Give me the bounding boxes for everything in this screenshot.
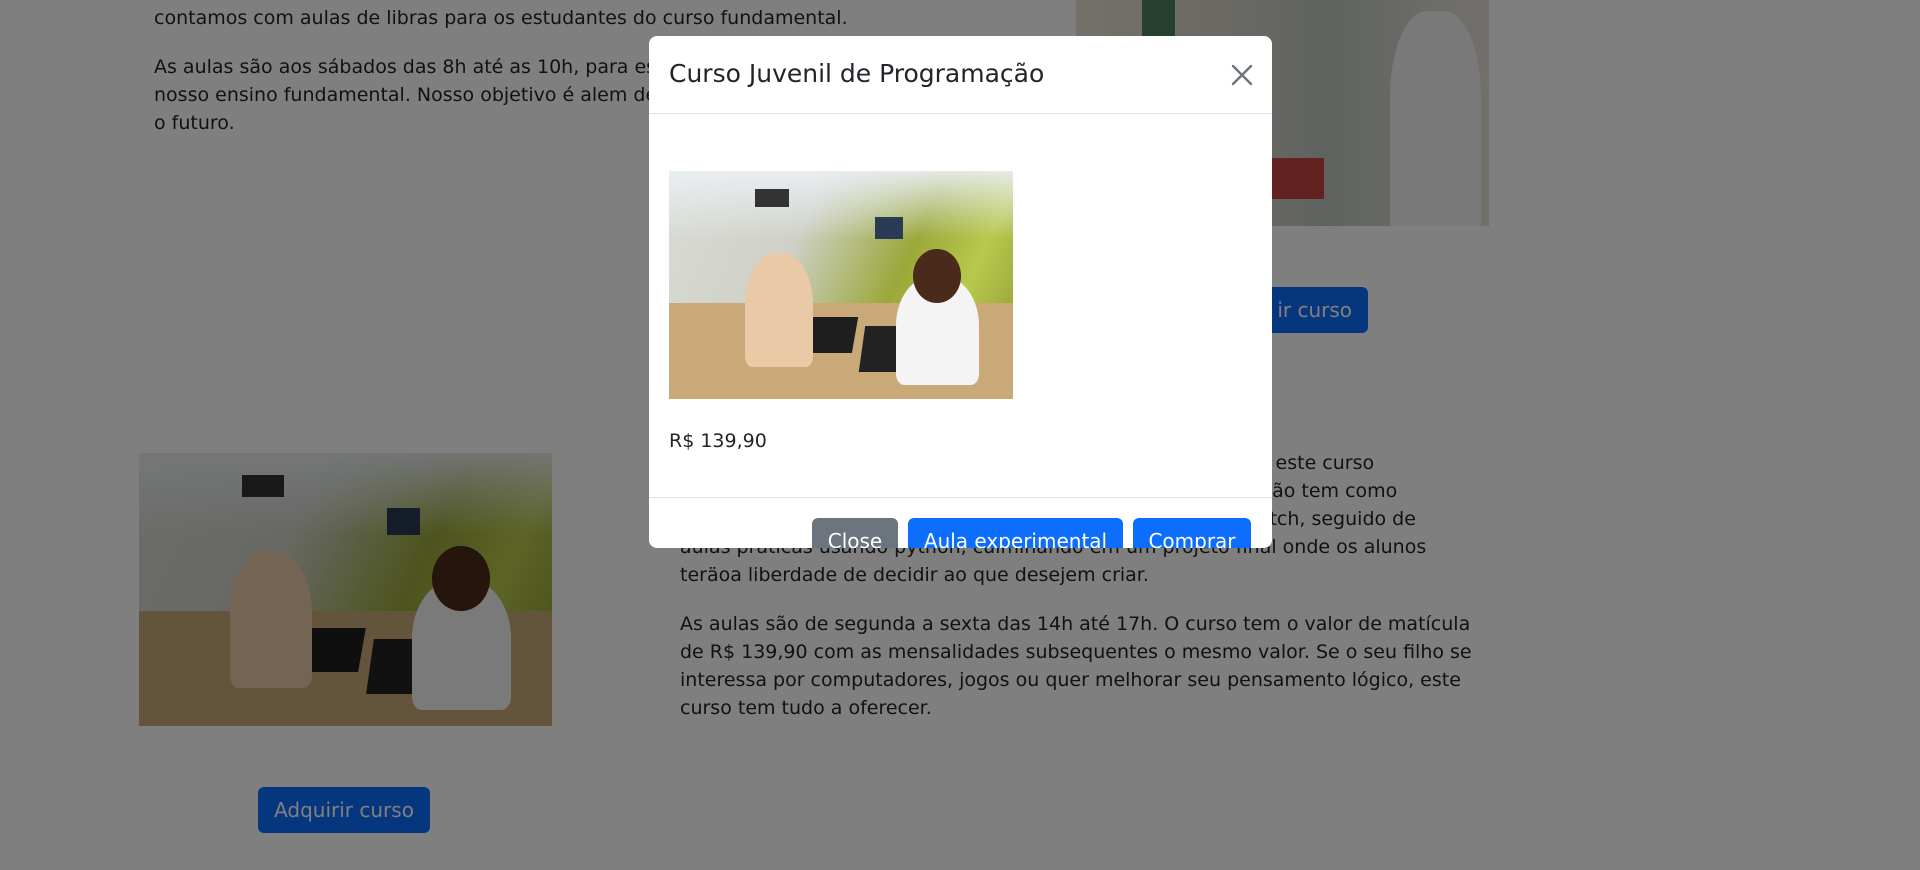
trial-class-button[interactable]: Aula experimental — [908, 518, 1123, 548]
modal-body: R$ 139,90 — [649, 114, 1272, 497]
modal-header: Curso Juvenil de Programação — [649, 36, 1272, 114]
modal-price: R$ 139,90 — [669, 430, 767, 452]
modal-footer: Close Aula experimental Comprar — [649, 497, 1272, 548]
screen-shape — [875, 216, 903, 240]
close-icon-glyph — [1231, 64, 1253, 86]
purchase-button[interactable]: Comprar — [1133, 518, 1251, 548]
modal-title: Curso Juvenil de Programação — [669, 59, 1045, 88]
modal-course-image — [669, 171, 1013, 399]
close-button[interactable]: Close — [812, 518, 898, 548]
board-shape — [755, 189, 790, 208]
student-shape — [744, 253, 814, 368]
course-modal: Curso Juvenil de Programação R$ 139,90 C… — [649, 36, 1272, 548]
close-icon[interactable] — [1227, 60, 1257, 90]
